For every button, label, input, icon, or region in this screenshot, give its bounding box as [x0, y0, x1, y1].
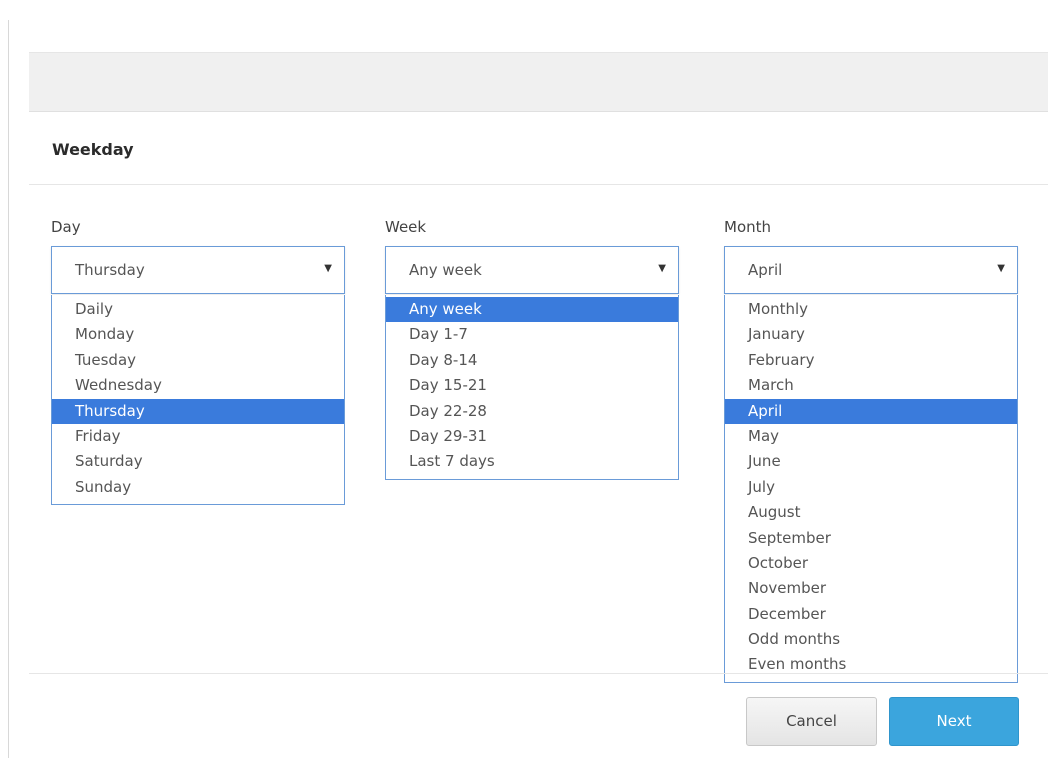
dropdown-option[interactable]: November	[725, 576, 1017, 601]
dropdown-option[interactable]: Even months	[725, 652, 1017, 677]
divider	[29, 184, 1048, 185]
cropped-top-text	[0, 0, 1048, 10]
footer-divider	[29, 673, 1048, 674]
dialog-left-border	[8, 20, 9, 758]
day-select[interactable]: Thursday ▼	[51, 246, 345, 294]
dropdown-option[interactable]: Odd months	[725, 627, 1017, 652]
dropdown-arrow-icon: ▼	[658, 263, 666, 274]
day-dropdown-list: Daily Monday Tuesday Wednesday Thursday Frida…	[51, 295, 345, 506]
dropdown-option[interactable]: Day 1-7	[386, 322, 678, 347]
section-title: Weekday	[52, 140, 134, 159]
dialog-header-bar	[29, 52, 1048, 112]
dropdown-option[interactable]: Any week	[386, 297, 678, 323]
dropdown-option[interactable]: Thursday	[52, 398, 344, 424]
dropdown-option[interactable]: Wednesday	[52, 373, 344, 398]
dropdown-option[interactable]: Day 29-31	[386, 424, 678, 449]
dropdown-option[interactable]: Monday	[52, 322, 344, 347]
dropdown-option[interactable]: January	[725, 322, 1017, 347]
dropdown-option[interactable]: Friday	[52, 424, 344, 449]
day-label: Day	[51, 218, 81, 236]
dropdown-option[interactable]: Daily	[52, 297, 344, 322]
dropdown-option[interactable]: Saturday	[52, 449, 344, 474]
month-select-value: April	[748, 261, 783, 279]
dropdown-option[interactable]: April	[725, 398, 1017, 424]
dropdown-option[interactable]: August	[725, 500, 1017, 525]
dropdown-option[interactable]: Day 22-28	[386, 399, 678, 424]
dropdown-option[interactable]: Tuesday	[52, 348, 344, 373]
dropdown-option[interactable]: December	[725, 602, 1017, 627]
dropdown-option[interactable]: Day 8-14	[386, 348, 678, 373]
month-dropdown-list: Monthly January February March April May June J…	[724, 295, 1018, 683]
dropdown-option[interactable]: March	[725, 373, 1017, 398]
week-label: Week	[385, 218, 427, 236]
dropdown-option[interactable]: Monthly	[725, 297, 1017, 322]
dropdown-option[interactable]: Sunday	[52, 475, 344, 500]
dropdown-option[interactable]: Last 7 days	[386, 449, 678, 474]
next-button[interactable]: Next	[889, 697, 1019, 746]
dropdown-option[interactable]: July	[725, 475, 1017, 500]
dropdown-arrow-icon: ▼	[997, 263, 1005, 274]
dropdown-option[interactable]: Day 15-21	[386, 373, 678, 398]
dropdown-option[interactable]: February	[725, 348, 1017, 373]
dialog: Weekday Day Thursday ▼ Daily Monday Tuesda…	[0, 0, 1048, 758]
dropdown-option[interactable]: October	[725, 551, 1017, 576]
dropdown-option[interactable]: June	[725, 449, 1017, 474]
month-label: Month	[724, 218, 772, 236]
cancel-button[interactable]: Cancel	[746, 697, 877, 746]
week-select-value: Any week	[409, 261, 482, 279]
month-select[interactable]: April ▼	[724, 246, 1018, 294]
dropdown-arrow-icon: ▼	[324, 263, 332, 274]
week-select[interactable]: Any week ▼	[385, 246, 679, 294]
dropdown-option[interactable]: September	[725, 526, 1017, 551]
dropdown-option[interactable]: May	[725, 424, 1017, 449]
day-select-value: Thursday	[75, 261, 145, 279]
week-dropdown-list: Any week Day 1-7 Day 8-14 Day 15-21 Day 22-2…	[385, 295, 679, 480]
